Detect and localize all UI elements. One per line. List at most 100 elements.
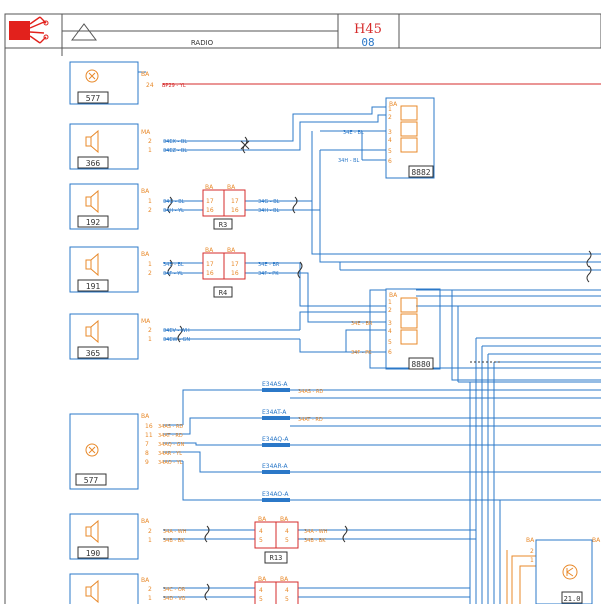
pin-number: 6 [388,349,392,356]
knock-sensor-icon [562,564,578,580]
pin-number: 1 [148,198,152,205]
pin-number: 9 [145,459,149,466]
component-192-speaker: 192 BA 1 34G - BL 2 34H - YL [69,183,185,230]
wire-code: 34C - OR [163,587,186,593]
connector-8880: BA 1 2 3 4 5 6 8880 34E - BR 34F - PK [351,288,441,370]
wire-code: 34H - BL [338,158,360,164]
pin-number: 2 [388,114,392,121]
harness-lines [163,106,601,604]
splice-label: E34AQ-A [262,436,289,443]
splice-label: E34AS-A [262,381,288,388]
wire-code: 34AS - RD [298,389,323,395]
splice-label: E34AT-A [262,409,287,416]
connector-logo-icon [9,16,49,44]
pin-number: 2 [148,327,152,334]
component-number: 191 [86,282,101,291]
splices: E34AS-A E34AT-A E34AQ-A E34AR-A E34AO-A [262,381,290,502]
pin-number: 17 [231,198,239,205]
pin-number: 1 [148,336,152,343]
pin-number: 4 [285,587,289,594]
connector-label: BA [205,247,214,254]
component-365-speaker: 365 MA 2 34EV - WH 1 34EW - GN [69,313,190,360]
pin-number: 11 [145,432,153,439]
component-191-speaker: 191 BA 1 34E - BL 2 34F - YL [69,246,184,293]
connector-number: R3 [219,221,227,229]
speaker-icon [85,319,99,344]
wire-code: 34AT - RD [298,417,323,423]
component-number: 192 [86,218,101,227]
pin-number: 2 [148,528,152,535]
pin-number: 2 [530,548,534,555]
pin-number: 1 [530,557,534,564]
header: RADIO H45 08 [4,13,601,49]
pin-number: 4 [388,328,392,335]
pin-number: 16 [206,270,214,277]
wire-code: 34B - BK [304,538,326,544]
wire-code: 34B - BK [163,538,185,544]
pin-number: 1 [388,106,392,113]
wire-code: 34F - PK [258,271,279,277]
pin-number: 24 [146,82,154,89]
speaker-icon [85,129,99,154]
speaker-icon [85,519,99,544]
wire-code: 34F - PK [351,350,372,356]
connector-label: BA [141,71,150,78]
pin-number: 2 [148,270,152,277]
pin-number: 17 [206,261,214,268]
pin-number: 1 [388,299,392,306]
wire-code: 34H - BL [258,208,280,214]
pin-number: 5 [285,596,289,603]
diagram-canvas: RADIO H45 08 E34AS-A E34AT-A E34AQ-A E34… [4,13,601,608]
pin-number: 2 [148,586,152,593]
wire-code: 34AQ - GN [158,442,184,448]
connector-R13: BA BA 4 5 4 5 R13 34A - WH 34B - BK [254,516,328,564]
connector-number: R13 [270,554,283,562]
component-bottom-right: BA BA 2 1 21.0 [526,537,601,605]
connector-label: BA [141,518,150,525]
connector-R3: BA BA 17 16 17 16 R3 34G - BL 34H - BL [202,184,280,230]
connector-number: 8880 [411,360,430,369]
component-number: 577 [86,94,101,103]
pin-number: 17 [231,261,239,268]
wire-code: 34G - BL [258,199,280,205]
speaker-icon [85,252,99,277]
pin-number: 1 [148,261,152,268]
component-number: 190 [86,549,101,558]
pin-number: 8 [145,450,149,457]
component-190-speaker: 190 BA 2 34A - WH 1 34B - BK [69,513,187,560]
pin-number: 5 [388,339,392,346]
wiring-diagram: RADIO H45 08 E34AS-A E34AT-A E34AQ-A E34… [0,0,601,608]
radio-icon [85,443,99,457]
wire-code: 34D - VO [163,596,186,602]
pin-number: 7 [145,441,149,448]
wire-code: 34EW - GN [163,337,190,343]
pin-number: 4 [259,528,263,535]
pin-number: 2 [148,138,152,145]
pin-number: 2 [388,307,392,314]
pin-number: 4 [259,587,263,594]
connector-R4: BA BA 17 16 17 16 R4 34E - BR 34F - PK [202,247,280,298]
connector-number: 21.0 [564,595,581,603]
pin-number: 6 [388,158,392,165]
connector-number: R4 [219,289,227,297]
connector-label: MA [141,129,151,136]
connector-label: BA [280,516,289,523]
frame [4,48,63,604]
pin-number: 5 [388,148,392,155]
pin-number: 4 [388,137,392,144]
splice-label: E34AR-A [262,463,288,470]
pin-number: 5 [285,537,289,544]
wire-code: 34G - BL [163,199,185,205]
connector-label: BA [258,576,267,583]
connector-label: MA [141,318,151,325]
component-577-radio: 577 BA 24 BP29 - YL [69,61,186,105]
connector-label: BA [141,251,150,258]
connector-8882: BA 1 2 3 4 5 6 8882 34E - BL 34H - BL [338,97,435,179]
connector-label: BA [280,576,289,583]
page-number: 08 [361,36,374,49]
pin-number: 16 [231,207,239,214]
pin-number: 17 [206,198,214,205]
wire-code: 34A - WH [163,529,187,535]
connector-label: BA [141,188,150,195]
speaker-icon [85,189,99,214]
